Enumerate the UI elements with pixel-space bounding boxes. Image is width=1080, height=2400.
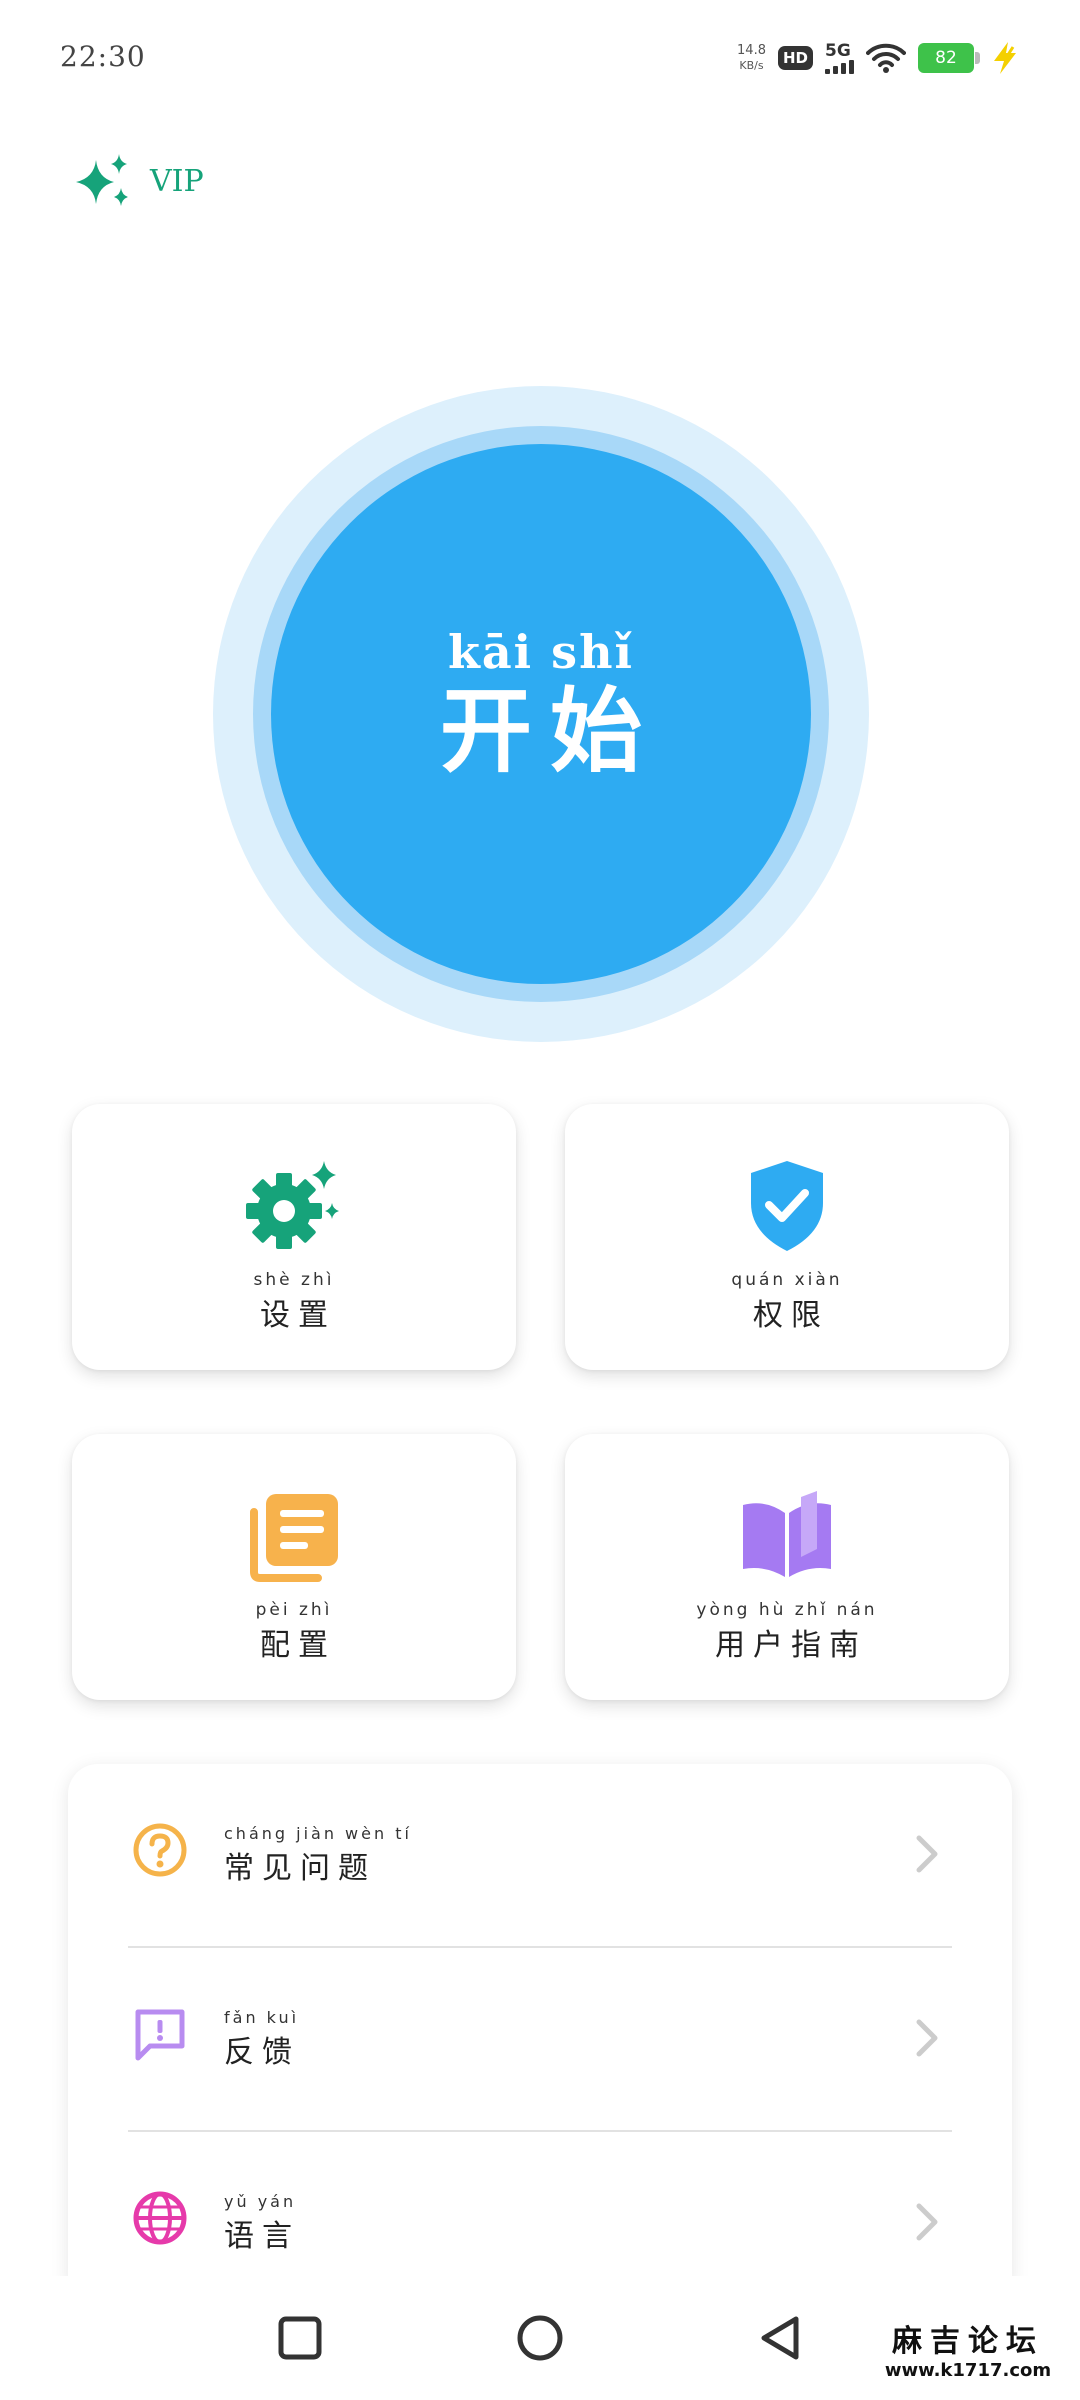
back-button[interactable] — [748, 2306, 812, 2370]
network-type: 5G — [825, 41, 851, 61]
watermark: 麻吉论坛 www.k1717.com — [868, 2316, 1068, 2381]
book-icon — [739, 1488, 835, 1584]
feedback-icon — [130, 2004, 190, 2064]
settings-pinyin: shè zhì — [253, 1270, 335, 1290]
feedback-label: 反馈 — [224, 2035, 300, 2070]
vip-button[interactable]: VIP — [72, 152, 204, 210]
menu-list: cháng jiàn wèn tí 常见问题 fǎn kuì 反馈 yǔ yán… — [68, 1764, 1012, 2284]
list-item-faq[interactable]: cháng jiàn wèn tí 常见问题 — [68, 1764, 1012, 1946]
document-stack-icon — [246, 1488, 342, 1584]
feedback-pinyin: fǎn kuì — [224, 2008, 300, 2027]
language-label: 语言 — [224, 2219, 300, 2254]
question-circle-icon — [130, 1820, 190, 1880]
battery-icon: 82 — [918, 43, 980, 73]
list-item-feedback[interactable]: fǎn kuì 反馈 — [68, 1948, 1012, 2130]
settings-card[interactable]: shè zhì 设置 — [72, 1104, 516, 1370]
cellular-signal-icon: 5G — [825, 42, 854, 74]
circle-icon — [517, 2315, 563, 2361]
chevron-right-icon — [916, 2019, 938, 2057]
chevron-right-icon — [916, 1835, 938, 1873]
start-pinyin: kāi shǐ — [448, 625, 634, 679]
user-guide-label: 用户指南 — [715, 1628, 867, 1663]
user-guide-pinyin: yòng hù zhǐ nán — [696, 1600, 878, 1620]
permissions-label: 权限 — [753, 1298, 829, 1333]
home-button[interactable] — [508, 2306, 572, 2370]
wifi-icon — [866, 43, 906, 73]
charging-bolt-icon — [994, 42, 1016, 74]
user-guide-card[interactable]: yòng hù zhǐ nán 用户指南 — [565, 1434, 1009, 1700]
net-speed-value: 14.8 — [737, 43, 766, 58]
faq-pinyin: cháng jiàn wèn tí — [224, 1824, 412, 1843]
config-pinyin: pèi zhì — [255, 1600, 333, 1620]
net-speed-unit: KB/s — [739, 59, 764, 72]
permissions-pinyin: quán xiàn — [731, 1270, 843, 1290]
start-label: 开始 — [439, 677, 660, 785]
start-button-halo: kāi shǐ 开始 — [213, 386, 869, 1042]
vip-label: VIP — [150, 163, 204, 199]
triangle-back-icon — [761, 2316, 799, 2360]
chevron-right-icon — [916, 2203, 938, 2241]
faq-label: 常见问题 — [224, 1851, 376, 1886]
config-card[interactable]: pèi zhì 配置 — [72, 1434, 516, 1700]
status-time: 22:30 — [60, 40, 146, 73]
hd-icon: HD — [777, 46, 813, 70]
permissions-card[interactable]: quán xiàn 权限 — [565, 1104, 1009, 1370]
list-item-language[interactable]: yǔ yán 语言 — [68, 2132, 1012, 2284]
recents-button[interactable] — [268, 2306, 332, 2370]
settings-label: 设置 — [260, 1298, 336, 1333]
shield-check-icon — [739, 1158, 835, 1254]
watermark-text: 麻吉论坛 — [892, 2324, 1044, 2359]
globe-icon — [130, 2188, 190, 2248]
status-bar: 22:30 14.8 KB/s HD 5G 82 — [0, 0, 1080, 120]
start-button[interactable]: kāi shǐ 开始 — [271, 444, 811, 984]
language-pinyin: yǔ yán — [224, 2192, 297, 2211]
sparkle-icon — [76, 154, 128, 206]
square-icon — [278, 2316, 322, 2360]
config-label: 配置 — [260, 1628, 336, 1663]
net-speed: 14.8 KB/s — [737, 43, 766, 73]
watermark-url: www.k1717.com — [884, 2360, 1052, 2381]
status-icons: 14.8 KB/s HD 5G 82 — [737, 38, 1020, 78]
gear-sparkle-icon — [246, 1158, 342, 1254]
